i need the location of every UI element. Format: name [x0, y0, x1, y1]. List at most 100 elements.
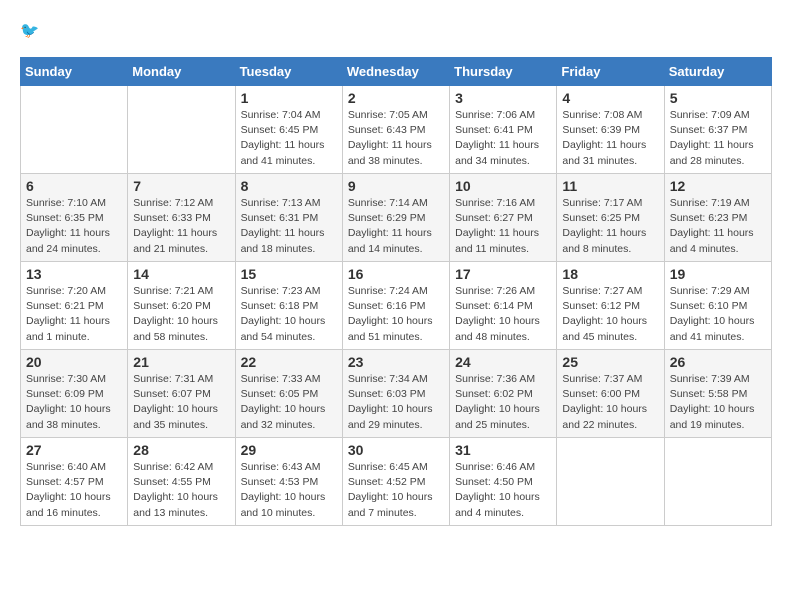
calendar-cell: 4 Sunrise: 7:08 AMSunset: 6:39 PMDaylight…: [557, 86, 664, 174]
calendar-cell: 31 Sunrise: 6:46 AMSunset: 4:50 PMDayligh…: [450, 438, 557, 526]
day-info: Sunrise: 7:17 AMSunset: 6:25 PMDaylight:…: [562, 196, 658, 257]
day-info: Sunrise: 7:04 AMSunset: 6:45 PMDaylight:…: [241, 108, 337, 169]
calendar-week-row: 6 Sunrise: 7:10 AMSunset: 6:35 PMDaylight…: [21, 174, 772, 262]
day-info: Sunrise: 7:06 AMSunset: 6:41 PMDaylight:…: [455, 108, 551, 169]
day-number: 27: [26, 442, 122, 458]
day-info: Sunrise: 6:43 AMSunset: 4:53 PMDaylight:…: [241, 460, 337, 521]
calendar-cell: 23 Sunrise: 7:34 AMSunset: 6:03 PMDayligh…: [342, 350, 449, 438]
day-number: 14: [133, 266, 229, 282]
calendar-cell: 25Sunrise: 7:37 AMSunset: 6:00 PMDayligh…: [557, 350, 664, 438]
day-info: Sunrise: 7:34 AMSunset: 6:03 PMDaylight:…: [348, 372, 444, 433]
day-number: 12: [670, 178, 766, 194]
calendar-cell: 16 Sunrise: 7:24 AMSunset: 6:16 PMDayligh…: [342, 262, 449, 350]
calendar-cell: 7 Sunrise: 7:12 AMSunset: 6:33 PMDaylight…: [128, 174, 235, 262]
weekday-header-row: SundayMondayTuesdayWednesdayThursdayFrid…: [21, 58, 772, 86]
day-number: 20: [26, 354, 122, 370]
calendar-cell: 27Sunrise: 6:40 AMSunset: 4:57 PMDayligh…: [21, 438, 128, 526]
calendar-cell: 3 Sunrise: 7:06 AMSunset: 6:41 PMDaylight…: [450, 86, 557, 174]
page-header: 🐦: [20, 20, 772, 47]
calendar-cell: 24Sunrise: 7:36 AMSunset: 6:02 PMDayligh…: [450, 350, 557, 438]
day-info: Sunrise: 7:30 AMSunset: 6:09 PMDaylight:…: [26, 372, 122, 433]
calendar-cell: 13 Sunrise: 7:20 AMSunset: 6:21 PMDayligh…: [21, 262, 128, 350]
day-info: Sunrise: 7:24 AMSunset: 6:16 PMDaylight:…: [348, 284, 444, 345]
calendar-cell: 5Sunrise: 7:09 AMSunset: 6:37 PMDaylight…: [664, 86, 771, 174]
day-info: Sunrise: 6:42 AMSunset: 4:55 PMDaylight:…: [133, 460, 229, 521]
calendar-cell: 11Sunrise: 7:17 AMSunset: 6:25 PMDayligh…: [557, 174, 664, 262]
calendar-cell: 10 Sunrise: 7:16 AMSunset: 6:27 PMDayligh…: [450, 174, 557, 262]
day-number: 24: [455, 354, 551, 370]
day-info: Sunrise: 7:14 AMSunset: 6:29 PMDaylight:…: [348, 196, 444, 257]
svg-text:🐦: 🐦: [20, 22, 39, 39]
day-info: Sunrise: 7:29 AMSunset: 6:10 PMDaylight:…: [670, 284, 766, 345]
logo-bird-icon: 🐦: [20, 20, 42, 42]
day-number: 8: [241, 178, 337, 194]
weekday-header-thursday: Thursday: [450, 58, 557, 86]
day-number: 3: [455, 90, 551, 106]
calendar-cell: 8Sunrise: 7:13 AMSunset: 6:31 PMDaylight…: [235, 174, 342, 262]
calendar-cell: [664, 438, 771, 526]
day-info: Sunrise: 7:20 AMSunset: 6:21 PMDaylight:…: [26, 284, 122, 345]
calendar-cell: 29 Sunrise: 6:43 AMSunset: 4:53 PMDayligh…: [235, 438, 342, 526]
day-number: 28: [133, 442, 229, 458]
day-info: Sunrise: 6:46 AMSunset: 4:50 PMDaylight:…: [455, 460, 551, 521]
day-number: 29: [241, 442, 337, 458]
day-number: 9: [348, 178, 444, 194]
calendar-week-row: 20 Sunrise: 7:30 AMSunset: 6:09 PMDayligh…: [21, 350, 772, 438]
day-number: 26: [670, 354, 766, 370]
calendar-cell: 1 Sunrise: 7:04 AMSunset: 6:45 PMDaylight…: [235, 86, 342, 174]
calendar-week-row: 27Sunrise: 6:40 AMSunset: 4:57 PMDayligh…: [21, 438, 772, 526]
day-number: 6: [26, 178, 122, 194]
day-number: 23: [348, 354, 444, 370]
day-number: 5: [670, 90, 766, 106]
day-number: 31: [455, 442, 551, 458]
calendar-cell: [128, 86, 235, 174]
day-number: 4: [562, 90, 658, 106]
day-number: 22: [241, 354, 337, 370]
calendar-cell: 2Sunrise: 7:05 AMSunset: 6:43 PMDaylight…: [342, 86, 449, 174]
day-info: Sunrise: 7:21 AMSunset: 6:20 PMDaylight:…: [133, 284, 229, 345]
calendar-cell: [21, 86, 128, 174]
weekday-header-wednesday: Wednesday: [342, 58, 449, 86]
day-number: 13: [26, 266, 122, 282]
calendar-cell: 14 Sunrise: 7:21 AMSunset: 6:20 PMDayligh…: [128, 262, 235, 350]
calendar-cell: 15Sunrise: 7:23 AMSunset: 6:18 PMDayligh…: [235, 262, 342, 350]
day-number: 7: [133, 178, 229, 194]
weekday-header-tuesday: Tuesday: [235, 58, 342, 86]
calendar-cell: 19 Sunrise: 7:29 AMSunset: 6:10 PMDayligh…: [664, 262, 771, 350]
calendar-cell: 28 Sunrise: 6:42 AMSunset: 4:55 PMDayligh…: [128, 438, 235, 526]
day-number: 16: [348, 266, 444, 282]
calendar-cell: [557, 438, 664, 526]
calendar-cell: 30 Sunrise: 6:45 AMSunset: 4:52 PMDayligh…: [342, 438, 449, 526]
day-info: Sunrise: 7:26 AMSunset: 6:14 PMDaylight:…: [455, 284, 551, 345]
day-number: 17: [455, 266, 551, 282]
weekday-header-friday: Friday: [557, 58, 664, 86]
day-info: Sunrise: 7:08 AMSunset: 6:39 PMDaylight:…: [562, 108, 658, 169]
day-number: 30: [348, 442, 444, 458]
logo-text: 🐦: [20, 20, 42, 47]
day-info: Sunrise: 7:31 AMSunset: 6:07 PMDaylight:…: [133, 372, 229, 433]
calendar-cell: 21Sunrise: 7:31 AMSunset: 6:07 PMDayligh…: [128, 350, 235, 438]
logo: 🐦: [20, 20, 46, 47]
day-info: Sunrise: 7:23 AMSunset: 6:18 PMDaylight:…: [241, 284, 337, 345]
day-number: 19: [670, 266, 766, 282]
day-info: Sunrise: 7:27 AMSunset: 6:12 PMDaylight:…: [562, 284, 658, 345]
calendar-cell: 9 Sunrise: 7:14 AMSunset: 6:29 PMDaylight…: [342, 174, 449, 262]
calendar-week-row: 13 Sunrise: 7:20 AMSunset: 6:21 PMDayligh…: [21, 262, 772, 350]
day-info: Sunrise: 7:19 AMSunset: 6:23 PMDaylight:…: [670, 196, 766, 257]
day-info: Sunrise: 7:33 AMSunset: 6:05 PMDaylight:…: [241, 372, 337, 433]
calendar-cell: 17 Sunrise: 7:26 AMSunset: 6:14 PMDayligh…: [450, 262, 557, 350]
calendar-cell: 6 Sunrise: 7:10 AMSunset: 6:35 PMDaylight…: [21, 174, 128, 262]
weekday-header-monday: Monday: [128, 58, 235, 86]
day-info: Sunrise: 7:16 AMSunset: 6:27 PMDaylight:…: [455, 196, 551, 257]
day-number: 1: [241, 90, 337, 106]
calendar-cell: 20 Sunrise: 7:30 AMSunset: 6:09 PMDayligh…: [21, 350, 128, 438]
day-info: Sunrise: 7:05 AMSunset: 6:43 PMDaylight:…: [348, 108, 444, 169]
calendar-cell: 18 Sunrise: 7:27 AMSunset: 6:12 PMDayligh…: [557, 262, 664, 350]
day-number: 25: [562, 354, 658, 370]
day-number: 18: [562, 266, 658, 282]
day-info: Sunrise: 6:45 AMSunset: 4:52 PMDaylight:…: [348, 460, 444, 521]
day-info: Sunrise: 7:10 AMSunset: 6:35 PMDaylight:…: [26, 196, 122, 257]
day-number: 10: [455, 178, 551, 194]
weekday-header-saturday: Saturday: [664, 58, 771, 86]
day-info: Sunrise: 7:12 AMSunset: 6:33 PMDaylight:…: [133, 196, 229, 257]
